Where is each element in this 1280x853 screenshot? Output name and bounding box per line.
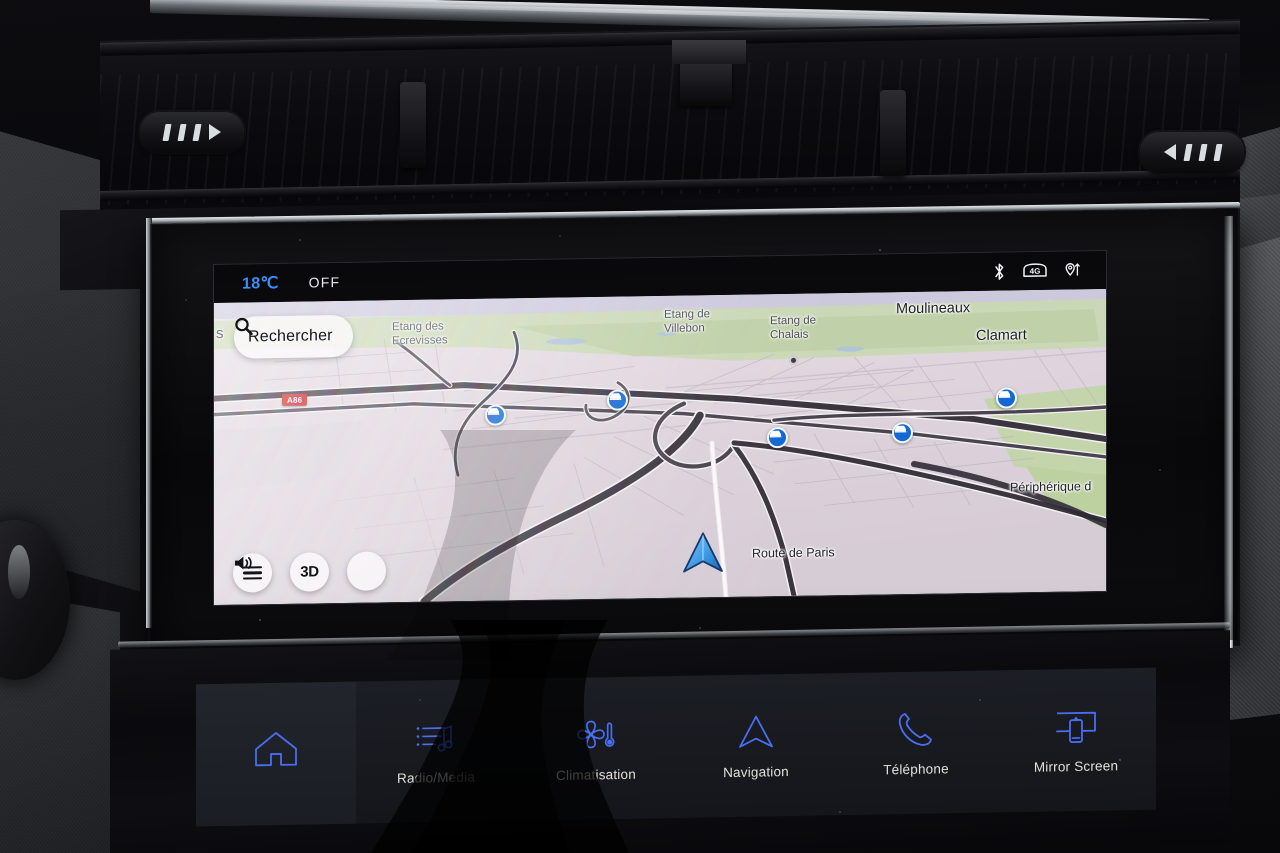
- speaker-icon: [235, 556, 252, 570]
- climate-icon-wrap: [574, 714, 618, 755]
- map-label-clipped-left: s: [216, 324, 224, 342]
- map-label-etang-villebon: Etang de Villebon: [664, 308, 711, 336]
- status-icon-group: 4G: [993, 261, 1084, 280]
- screen-chrome-right: [1224, 215, 1233, 649]
- lower-bar-item-phone[interactable]: Téléphone: [836, 670, 996, 815]
- phone-icon-wrap: [896, 708, 936, 749]
- air-vent-tab-right[interactable]: [880, 90, 906, 176]
- traffic-camera-icon: [998, 391, 1011, 398]
- map-control-group: 3D: [233, 551, 386, 593]
- lower-bar-item-climate[interactable]: Climatisation: [516, 676, 676, 821]
- search-placeholder: Rechercher: [248, 327, 333, 346]
- bluetooth-icon: [995, 263, 1004, 280]
- screen-mirror-icon: [1056, 711, 1096, 743]
- lower-bar-item-home[interactable]: [196, 681, 356, 827]
- map-label-moulineaux: Moulineaux: [896, 300, 971, 318]
- vent-control-right[interactable]: [1140, 132, 1244, 172]
- lower-bar-item-radio-media[interactable]: Radio/Media: [356, 679, 516, 824]
- steering-wheel-highlight: [8, 545, 30, 599]
- screen-chrome-left: [146, 217, 152, 629]
- traffic-camera-icon: [894, 425, 907, 433]
- mirror-screen-icon-wrap: [1053, 706, 1099, 747]
- vent-control-left[interactable]: [140, 112, 244, 152]
- radio-media-icon-wrap: [415, 717, 457, 758]
- lower-bar-item-mirror-screen[interactable]: Mirror Screen: [996, 668, 1156, 813]
- network-4g-icon: 4G: [1023, 263, 1047, 278]
- fan-thermometer-icon: [577, 720, 615, 749]
- temperature-readout: 18℃: [242, 274, 279, 293]
- air-vent-tab-left[interactable]: [400, 82, 426, 168]
- lower-bar-label-phone: Téléphone: [883, 761, 949, 778]
- map-label-route-de-paris: Route de Paris: [752, 545, 835, 561]
- home-icon: [255, 731, 297, 766]
- navigation-map[interactable]: Montrouge s Etang desEcrevisses Etang de…: [214, 288, 1106, 606]
- map-label-peripherique: Périphérique d: [1010, 479, 1092, 495]
- air-vent-tab-center[interactable]: [680, 58, 732, 106]
- map-label-clamart: Clamart: [976, 327, 1027, 345]
- home-icon-wrap: [253, 727, 299, 768]
- search-bar[interactable]: Rechercher: [234, 314, 353, 359]
- climate-state-label: OFF: [308, 274, 341, 291]
- quick-access-bar: Radio/Media Climatisation Navigation Tél…: [196, 667, 1156, 827]
- svg-text:4G: 4G: [1030, 267, 1041, 276]
- map-3d-label: 3D: [300, 563, 319, 581]
- car-infotainment-photo: 18℃ OFF 4G s Etang des Ecrevisses Etang …: [0, 0, 1280, 853]
- road-shield-a86: A86: [282, 393, 308, 406]
- vent-center-block: [672, 40, 746, 64]
- vehicle-position-arrow: [683, 532, 723, 573]
- navigation-icon-wrap: [735, 711, 777, 752]
- location-transfer-icon: [1065, 263, 1080, 277]
- traffic-camera-icon: [609, 393, 622, 400]
- map-3d-toggle[interactable]: 3D: [290, 552, 329, 592]
- navigation-arrow-icon: [739, 715, 773, 748]
- infotainment-display[interactable]: 18℃ OFF 4G s Etang des Ecrevisses Etang …: [214, 250, 1106, 606]
- search-icon: [235, 317, 253, 336]
- map-volume-button[interactable]: [235, 551, 386, 591]
- playlist-music-icon: [416, 725, 453, 752]
- phone-icon: [898, 713, 932, 746]
- traffic-camera-icon: [769, 430, 782, 438]
- lower-bar-label-mirror-screen: Mirror Screen: [1033, 758, 1119, 775]
- lower-bar-label-climate: Climatisation: [556, 766, 636, 784]
- traffic-camera-icon: [487, 408, 500, 415]
- lower-bar-item-navigation[interactable]: Navigation: [676, 673, 836, 818]
- map-label-etang-chalais: Etang de Chalais: [770, 314, 817, 342]
- lower-bar-label-navigation: Navigation: [723, 764, 789, 781]
- lower-bar-label-radio-media: Radio/Media: [397, 769, 475, 786]
- map-label-etang-ecrevisses: Etang des Ecrevisses: [392, 320, 448, 348]
